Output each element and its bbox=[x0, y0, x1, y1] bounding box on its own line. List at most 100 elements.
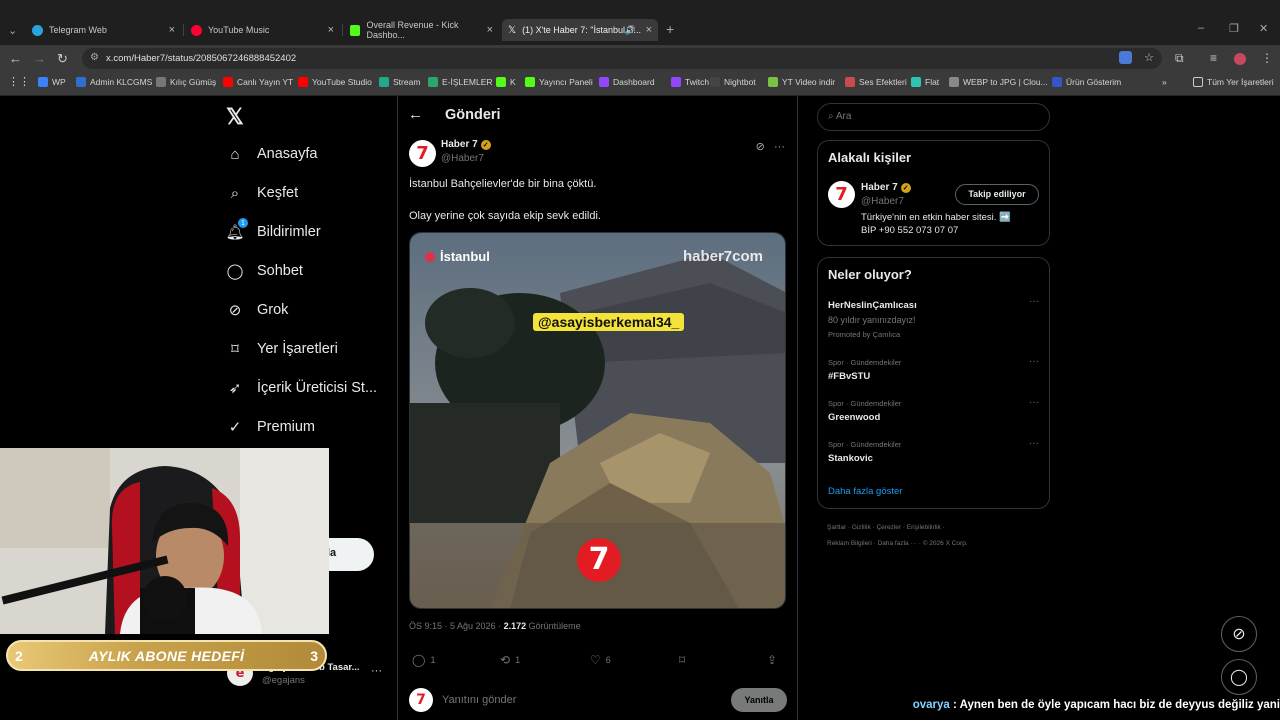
bookmark-item[interactable]: Stream bbox=[379, 77, 420, 87]
bookmark-item[interactable]: YT Video indir bbox=[768, 77, 835, 87]
close-icon[interactable]: × bbox=[487, 24, 493, 36]
nav-grok[interactable]: ⊘ Grok bbox=[226, 301, 289, 319]
bookmark-item[interactable]: Yayıncı Paneli bbox=[525, 77, 593, 87]
footer-links-2[interactable]: Reklam Bilgileri · Daha fazla ··· · © 20… bbox=[827, 540, 968, 547]
reload-icon[interactable]: ↻ bbox=[57, 51, 68, 67]
bookmark-item[interactable]: Canlı Yayın YT bbox=[223, 77, 293, 87]
post-video[interactable]: İstanbul haber7com @asayisberkemal34_ 7 bbox=[409, 232, 786, 609]
bookmark-item[interactable]: Kılıç Gümüş bbox=[156, 77, 216, 87]
post-time[interactable]: ÖS 9:15 · 5 Ağu 2026 · bbox=[409, 621, 504, 631]
share-button[interactable]: ⇪ bbox=[767, 653, 782, 667]
related-avatar[interactable]: 7 bbox=[828, 181, 855, 208]
bookmark-item[interactable]: WP bbox=[38, 77, 66, 87]
maximize-button[interactable]: ❐ bbox=[1229, 22, 1239, 35]
bookmark-label: WEBP to JPG | Clou... bbox=[963, 77, 1048, 87]
close-icon[interactable]: × bbox=[646, 24, 652, 36]
translate-icon[interactable] bbox=[1119, 51, 1132, 64]
nav-chat[interactable]: ◯ Sohbet bbox=[226, 262, 303, 280]
show-more-link[interactable]: Daha fazla göster bbox=[828, 486, 902, 497]
bookmark-item[interactable]: K bbox=[496, 77, 516, 87]
footer-links[interactable]: Şartlar · Gizlilik · Çerezler · Erişileb… bbox=[827, 524, 945, 531]
bookmark-item[interactable]: YouTube Studio bbox=[298, 77, 372, 87]
tab-telegram[interactable]: Telegram Web × bbox=[26, 19, 181, 41]
bookmark-item[interactable]: WEBP to JPG | Clou... bbox=[949, 77, 1048, 87]
bookmark-item[interactable]: Ses Efektleri bbox=[845, 77, 907, 87]
tab-search-icon[interactable]: ⌄ bbox=[8, 24, 17, 37]
post-meta: ÖS 9:15 · 5 Ağu 2026 · 2.172 Görüntüleme bbox=[409, 621, 581, 631]
new-tab-button[interactable]: + bbox=[666, 21, 674, 37]
back-icon[interactable]: ← bbox=[9, 51, 22, 66]
bookmark-item[interactable]: Twitch bbox=[671, 77, 709, 87]
following-button[interactable]: Takip ediliyor bbox=[955, 184, 1039, 205]
webcam-overlay bbox=[0, 448, 329, 634]
repost-button[interactable]: ⟲ 1 bbox=[500, 653, 520, 667]
grok-float-button[interactable]: ⊘ bbox=[1221, 616, 1257, 652]
nav-home[interactable]: ⌂ Anasayfa bbox=[226, 145, 317, 163]
x-logo-icon[interactable]: 𝕏 bbox=[226, 104, 244, 130]
forward-icon[interactable]: → bbox=[33, 51, 46, 66]
author-avatar[interactable]: 7 bbox=[409, 140, 436, 167]
author-handle[interactable]: @Haber7 bbox=[441, 153, 484, 164]
site-info-icon[interactable]: ⚙ bbox=[90, 52, 99, 63]
card-title: Neler oluyor? bbox=[828, 267, 912, 282]
audio-icon[interactable]: 🔊 bbox=[625, 25, 636, 36]
nav-bookmarks[interactable]: ⌑ Yer İşaretleri bbox=[226, 340, 338, 358]
more-icon[interactable]: ··· bbox=[371, 665, 382, 677]
star-icon[interactable]: ☆ bbox=[1144, 51, 1154, 64]
back-arrow-icon[interactable]: ← bbox=[408, 106, 423, 123]
tab-youtube-music[interactable]: YouTube Music × bbox=[185, 19, 340, 41]
bookmark-item[interactable]: Admin KLCGMS bbox=[76, 77, 152, 87]
browser-tab-bar: ⌄ Telegram Web × YouTube Music × Overall… bbox=[0, 0, 1280, 45]
nav-explore[interactable]: ⌕ Keşfet bbox=[226, 184, 298, 202]
close-window-button[interactable]: ✕ bbox=[1259, 22, 1268, 35]
all-bookmarks-folder[interactable]: Tüm Yer İşaretleri bbox=[1193, 77, 1274, 87]
minimize-button[interactable]: – bbox=[1198, 22, 1204, 34]
like-button[interactable]: ♡ 6 bbox=[590, 653, 611, 667]
apps-icon[interactable]: ⋮⋮ bbox=[8, 75, 30, 88]
close-icon[interactable]: × bbox=[169, 24, 175, 36]
related-name[interactable]: Haber 7 ✓ bbox=[861, 182, 911, 193]
extensions-icon[interactable]: ⧉ bbox=[1175, 51, 1184, 66]
bookmark-button[interactable]: ⌑ bbox=[679, 653, 690, 667]
grok-icon: ⊘ bbox=[228, 302, 242, 319]
reply-icon: ◯ bbox=[412, 653, 426, 667]
more-icon[interactable]: ··· bbox=[1029, 356, 1039, 367]
bookmark-label: Stream bbox=[393, 77, 421, 87]
bookmark-favicon-icon bbox=[76, 77, 86, 87]
reply-input[interactable]: Yanıtını gönder bbox=[442, 694, 516, 706]
reply-submit-button[interactable]: Yanıtla bbox=[731, 688, 787, 712]
messages-float-button[interactable]: ◯ bbox=[1221, 659, 1257, 695]
tab-kick-dashboard[interactable]: Overall Revenue - Kick Dashbo... × bbox=[344, 19, 499, 41]
bookmark-item[interactable]: Ürün Gösterim bbox=[1052, 77, 1121, 87]
bookmark-label: WP bbox=[52, 77, 66, 87]
tab-title: Overall Revenue - Kick Dashbo... bbox=[366, 20, 459, 40]
related-handle[interactable]: @Haber7 bbox=[861, 196, 904, 207]
bookmark-item[interactable]: Nightbot bbox=[710, 77, 756, 87]
profile-avatar[interactable] bbox=[1234, 53, 1246, 65]
bookmarks-overflow-icon[interactable]: » bbox=[1162, 77, 1167, 87]
repost-count: 1 bbox=[515, 655, 521, 665]
nav-notifications[interactable]: 🔔︎ 1 Bildirimler bbox=[225, 218, 321, 241]
bookmark-favicon-icon bbox=[1052, 77, 1062, 87]
trend-name: Greenwood bbox=[828, 412, 881, 423]
more-icon[interactable]: ··· bbox=[1029, 296, 1039, 307]
tab-x-post[interactable]: 𝕏 (1) X'te Haber 7: "İstanbul B... 🔊 × bbox=[502, 19, 658, 41]
reply-button[interactable]: ◯ 1 bbox=[412, 653, 435, 667]
bookmark-item[interactable]: E-İŞLEMLER bbox=[428, 77, 493, 87]
close-icon[interactable]: × bbox=[328, 24, 334, 36]
more-icon[interactable]: ··· bbox=[1029, 397, 1039, 408]
nav-creator-studio[interactable]: ➶ İçerik Üreticisi St... bbox=[226, 379, 377, 397]
nav-premium[interactable]: ✓ Premium bbox=[226, 418, 315, 436]
bookmark-favicon-icon bbox=[38, 77, 48, 87]
more-icon[interactable]: ··· bbox=[774, 141, 785, 153]
bookmark-item[interactable]: Dashboard bbox=[599, 77, 655, 87]
bookmarks-bar: ⋮⋮ WP Admin KLCGMS Kılıç Gümüş Canlı Yayın … bbox=[0, 72, 1280, 96]
search-input[interactable]: ⌕ Ara bbox=[817, 103, 1050, 131]
grok-icon[interactable]: ⊘ bbox=[756, 141, 765, 153]
bookmark-item[interactable]: Flat bbox=[911, 77, 939, 87]
url-input[interactable]: ⚙ x.com/Haber7/status/208506724688845240… bbox=[82, 48, 1162, 69]
media-icon[interactable]: ≡ bbox=[1210, 51, 1217, 65]
more-icon[interactable]: ··· bbox=[1029, 438, 1039, 449]
menu-icon[interactable]: ⋮ bbox=[1261, 51, 1273, 65]
author-name[interactable]: Haber 7 ✓ bbox=[441, 139, 491, 150]
